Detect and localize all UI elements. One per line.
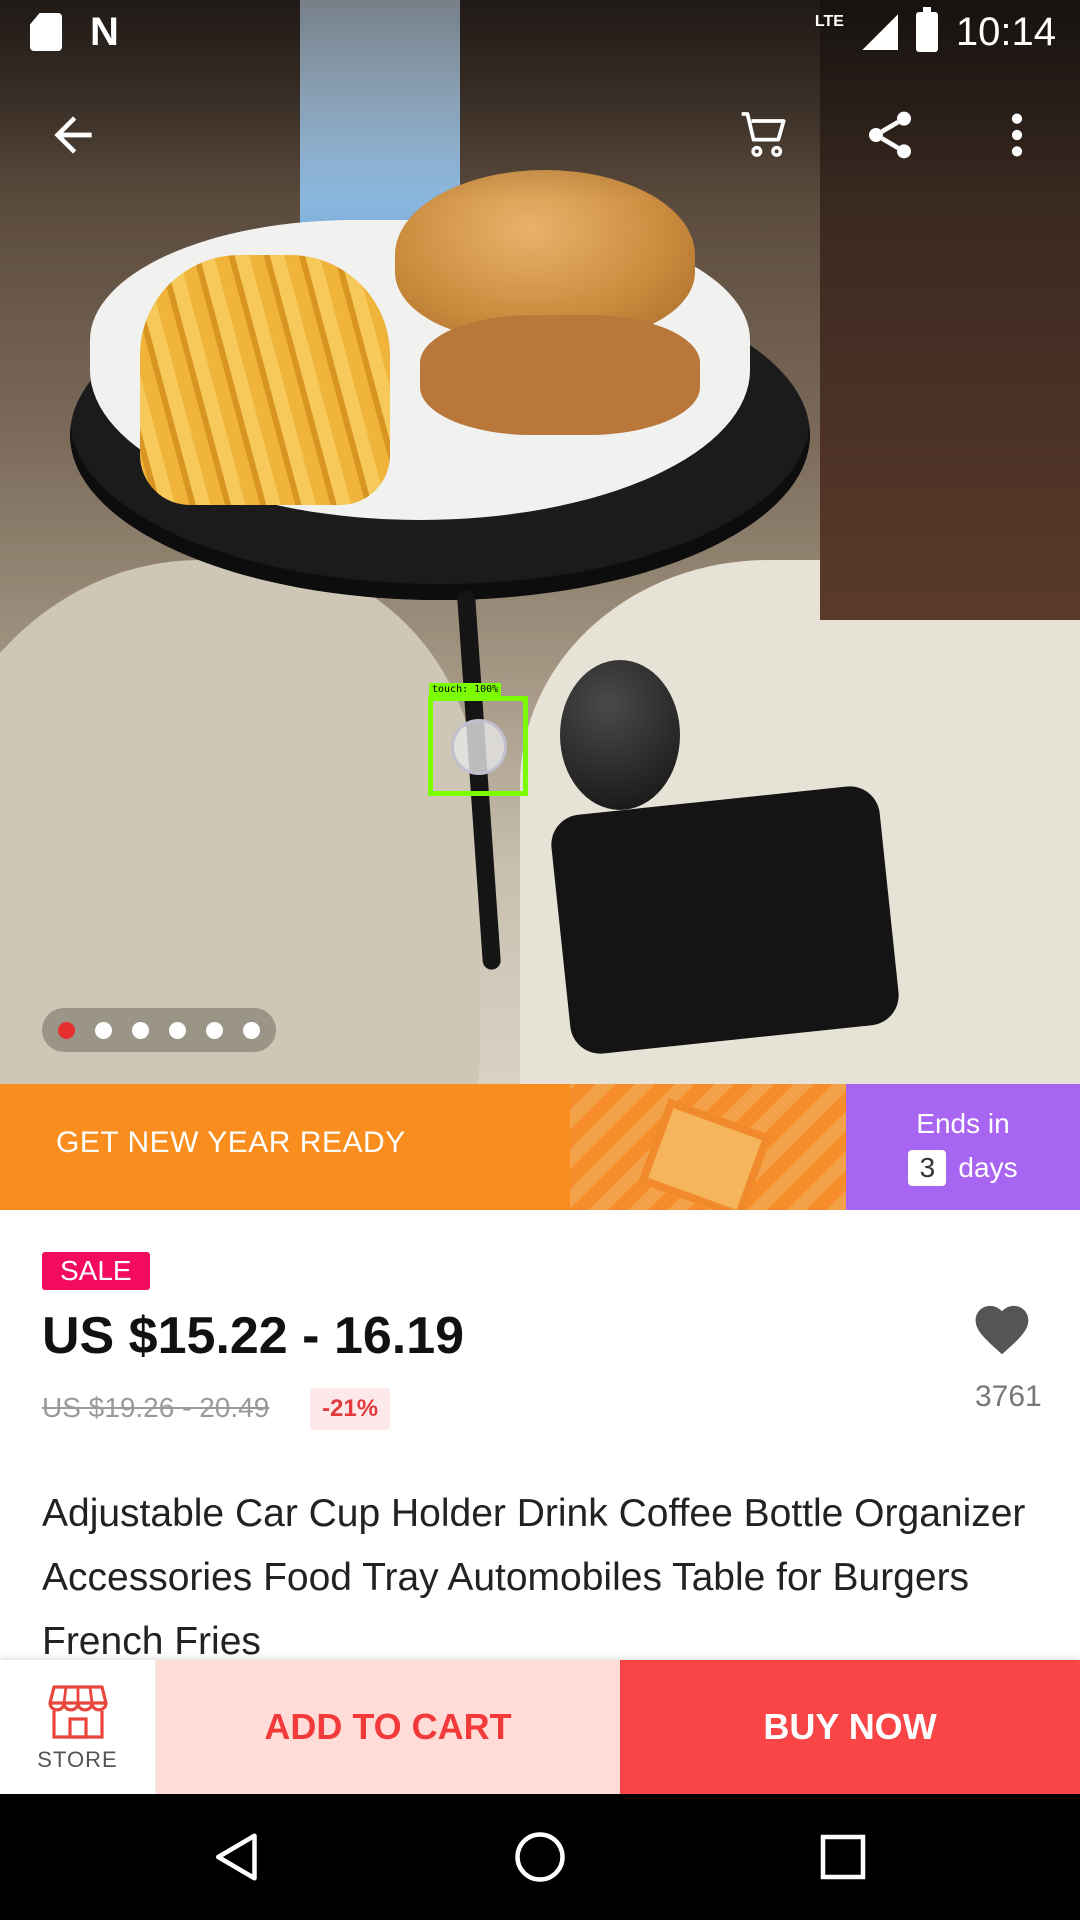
wishlist-button[interactable] <box>970 1298 1050 1358</box>
status-bar: N LTE 10:14 <box>0 0 1080 64</box>
add-to-cart-button[interactable]: ADD TO CART <box>156 1660 620 1794</box>
cart-button[interactable] <box>720 90 810 180</box>
nav-recents-button[interactable] <box>808 1822 878 1892</box>
share-button[interactable] <box>845 90 935 180</box>
more-options-button[interactable] <box>972 90 1062 180</box>
cart-icon <box>741 112 786 157</box>
nav-back-button[interactable] <box>202 1822 272 1892</box>
toolbar <box>0 90 1080 180</box>
system-nav-bar <box>0 1794 1080 1920</box>
timer-row: 3 days <box>908 1150 1018 1186</box>
ends-in-label: Ends in <box>916 1108 1010 1139</box>
store-icon <box>47 1685 108 1739</box>
back-button[interactable] <box>28 90 118 180</box>
product-title: Adjustable Car Cup Holder Drink Coffee B… <box>42 1492 1026 1663</box>
image-gear-knob <box>560 660 680 810</box>
favorites-count: 3761 <box>975 1380 1042 1413</box>
nav-home-button[interactable] <box>505 1822 575 1892</box>
image-seat <box>0 560 480 1084</box>
discount-badge: -21% <box>310 1388 391 1430</box>
pager-dot[interactable] <box>169 1021 186 1039</box>
signal-icon <box>861 14 898 50</box>
pager-dot[interactable] <box>243 1021 260 1039</box>
nav-back-icon <box>216 1833 257 1881</box>
touch-indicator: touch: 100% <box>428 683 528 796</box>
pager-dot[interactable] <box>206 1021 223 1039</box>
battery-charging-icon <box>915 7 938 52</box>
store-button[interactable]: STORE <box>0 1660 156 1794</box>
promo-timer: Ends in 3 days <box>846 1084 1080 1210</box>
image-fries <box>140 255 390 505</box>
share-icon <box>869 111 911 159</box>
store-label: STORE <box>37 1747 118 1772</box>
nav-recents-icon <box>820 1834 866 1880</box>
back-arrow-icon <box>54 116 92 154</box>
network-type: LTE <box>814 13 844 30</box>
pager-dot[interactable] <box>132 1021 149 1039</box>
days-label: days <box>958 1152 1018 1183</box>
image-pager <box>42 1008 276 1052</box>
promo-main[interactable]: GET NEW YEAR READY <box>0 1084 846 1210</box>
heart-icon <box>975 1305 1029 1355</box>
pager-dot-active[interactable] <box>58 1021 75 1039</box>
action-bar: STORE ADD TO CART BUY NOW <box>0 1660 1080 1794</box>
days-count: 3 <box>908 1150 947 1186</box>
gift-box-icon <box>637 1097 773 1210</box>
product-detail-screen: N LTE 10:14 touch: 100% GET NEW YEAR REA… <box>0 0 1080 1920</box>
pager-dot[interactable] <box>95 1021 112 1039</box>
original-price: US $19.26 - 20.49 <box>42 1392 270 1423</box>
image-burger-patty <box>420 315 700 435</box>
touch-point <box>451 719 507 775</box>
promo-title: GET NEW YEAR READY <box>56 1126 406 1159</box>
sd-card-icon <box>30 13 62 51</box>
notification-n-icon: N <box>90 10 119 54</box>
nav-home-icon <box>515 1832 565 1882</box>
touch-label: touch: 100% <box>429 683 502 696</box>
clock: 10:14 <box>955 10 1056 54</box>
promo-banner[interactable]: GET NEW YEAR READY Ends in 3 days <box>0 1084 1080 1210</box>
sale-badge: SALE <box>42 1252 150 1290</box>
buy-now-button[interactable]: BUY NOW <box>620 1660 1080 1794</box>
more-vert-icon <box>1011 113 1023 157</box>
promo-gift-art <box>570 1084 846 1210</box>
product-price: US $15.22 - 16.19 <box>42 1307 465 1365</box>
image-gear-boot <box>548 783 902 1057</box>
